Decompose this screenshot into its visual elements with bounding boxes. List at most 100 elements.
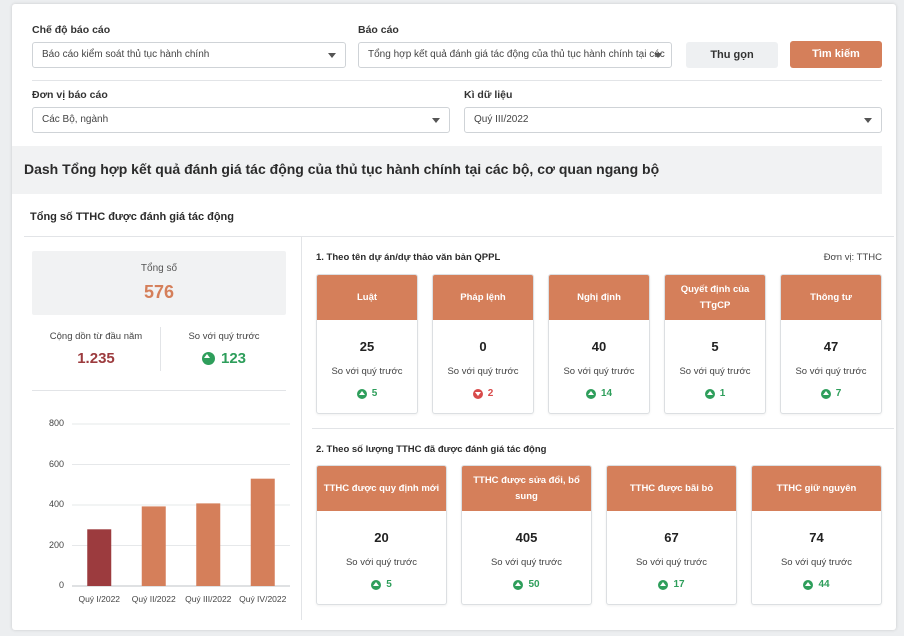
stat-card: Quyết định của TTgCP 5 So với quý trước 1 xyxy=(664,274,766,414)
stat-card-compare-label: So với quý trước xyxy=(490,557,563,568)
compare-label: So với quý trước xyxy=(188,331,260,342)
stat-card: TTHC được bãi bỏ 67 So với quý trước 17 xyxy=(606,465,737,605)
stat-card-delta-value: 1 xyxy=(719,388,726,399)
period-label: Kì dữ liệu xyxy=(464,89,513,101)
stat-card-delta: 17 xyxy=(607,579,736,590)
stat-card-delta: 50 xyxy=(462,579,591,590)
stat-card-delta-value: 44 xyxy=(818,579,830,590)
dashboard-title: Dash Tổng hợp kết quả đánh giá tác động … xyxy=(24,161,660,177)
stat-card-delta-value: 17 xyxy=(673,579,685,590)
stat-card-delta: 7 xyxy=(781,388,881,399)
stat-card-value: 5 xyxy=(711,339,719,354)
report-mode-value: Báo cáo kiểm soát thủ tục hành chính xyxy=(42,49,210,60)
section-title: Tổng số TTHC được đánh giá tác động xyxy=(30,211,234,223)
arrow-up-icon xyxy=(356,388,367,399)
divider xyxy=(32,80,882,81)
stat-card: TTHC được sửa đổi, bổ sung 405 So với quý … xyxy=(461,465,592,605)
stat-card-delta: 14 xyxy=(549,388,649,399)
report-label: Báo cáo xyxy=(358,24,399,36)
group1-title: 1. Theo tên dự án/dự thảo văn bản QPPL xyxy=(316,252,501,263)
chart-x-tick-label: Quý II/2022 xyxy=(131,594,176,604)
stat-card-compare-label: So với quý trước xyxy=(331,366,403,377)
stat-card-title: TTHC được quy định mới xyxy=(317,466,446,511)
report-value: Tổng hợp kết quả đánh giá tác động của t… xyxy=(368,49,665,60)
stat-card-delta: 44 xyxy=(752,579,881,590)
stat-card: Thông tư 47 So với quý trước 7 xyxy=(780,274,882,414)
stat-card-value: 405 xyxy=(515,530,538,545)
stat-card-compare-label: So với quý trước xyxy=(447,366,519,377)
quarterly-bar-chart xyxy=(72,423,290,587)
stat-card-title: TTHC được sửa đổi, bổ sung xyxy=(462,466,591,511)
unit-value: Các Bộ, ngành xyxy=(42,114,109,125)
stat-card-delta: 1 xyxy=(665,388,765,399)
stat-card-value: 0 xyxy=(479,339,487,354)
cumulative-label: Cộng dồn từ đầu năm xyxy=(49,331,143,342)
chart-y-tick-label: 800 xyxy=(48,418,64,428)
stat-card-title: Luật xyxy=(317,275,417,320)
unit-note: Đơn vị: TTHC xyxy=(823,252,882,263)
chevron-down-icon xyxy=(432,118,440,123)
stat-card-compare-label: So với quý trước xyxy=(563,366,635,377)
stat-card-compare-label: So với quý trước xyxy=(345,557,418,568)
stat-card-delta-value: 2 xyxy=(487,388,494,399)
total-label: Tổng số xyxy=(140,263,178,274)
chart-x-tick-label: Quý III/2022 xyxy=(185,594,232,604)
stat-card-delta: 5 xyxy=(317,388,417,399)
stat-card: Luật 25 So với quý trước 5 xyxy=(316,274,418,414)
stat-card-compare-label: So với quý trước xyxy=(679,366,751,377)
group-divider xyxy=(312,428,894,429)
stat-card-title: Nghị định xyxy=(549,275,649,320)
chart-y-tick-label: 0 xyxy=(58,580,64,590)
period-select[interactable]: Quý III/2022 xyxy=(464,107,882,133)
dashboard-banner: Dash Tổng hợp kết quả đánh giá tác động … xyxy=(12,146,882,194)
arrow-up-icon xyxy=(513,579,524,590)
stat-card-value: 40 xyxy=(591,339,607,354)
stat-card-title: TTHC giữ nguyên xyxy=(752,466,881,511)
stat-card: Nghị định 40 So với quý trước 14 xyxy=(548,274,650,414)
stat-card-delta: 5 xyxy=(317,579,446,590)
chart-x-tick-label: Quý IV/2022 xyxy=(239,594,287,604)
stat-card: TTHC được quy định mới 20 So với quý trước… xyxy=(316,465,447,605)
cumulative-value: 1.235 xyxy=(77,350,115,367)
stat-card-delta-value: 5 xyxy=(371,388,378,399)
chart-divider xyxy=(32,390,286,391)
stat-card: TTHC giữ nguyên 74 So với quý trước 44 xyxy=(751,465,882,605)
chevron-down-icon xyxy=(654,53,662,58)
stat-card-delta-value: 7 xyxy=(835,388,842,399)
arrow-up-icon xyxy=(201,352,215,365)
arrow-up-icon xyxy=(704,388,715,399)
chart-y-tick-label: 200 xyxy=(48,539,64,550)
chart-y-tick-label: 400 xyxy=(48,499,64,509)
stat-card-delta-value: 14 xyxy=(600,388,613,399)
arrow-up-icon xyxy=(658,579,669,590)
search-button[interactable]: Tìm kiếm xyxy=(790,41,882,68)
stat-card-value: 25 xyxy=(359,339,375,354)
stat-card-title: Quyết định của TTgCP xyxy=(665,275,765,320)
arrow-up-icon xyxy=(803,579,814,590)
chart-bar xyxy=(141,506,166,586)
chart-bar xyxy=(196,503,221,586)
period-value: Quý III/2022 xyxy=(474,114,529,125)
unit-select[interactable]: Các Bộ, ngành xyxy=(32,107,450,133)
arrow-up-icon xyxy=(585,388,596,399)
stat-card-title: TTHC được bãi bỏ xyxy=(607,466,736,511)
total-value: 576 xyxy=(143,282,175,302)
group2-title: 2. Theo số lượng TTHC đã được đánh giá t… xyxy=(316,444,547,455)
column-divider xyxy=(301,236,302,620)
report-mode-select[interactable]: Báo cáo kiểm soát thủ tục hành chính xyxy=(32,42,346,68)
stat-card-value: 47 xyxy=(823,339,839,354)
stat-card-value: 74 xyxy=(809,530,824,545)
total-box: Tổng số 576 xyxy=(32,251,286,315)
stat-card-delta-value: 5 xyxy=(386,579,392,590)
arrow-down-icon xyxy=(472,388,483,399)
compare-value-wrap: 123 xyxy=(160,350,288,367)
stat-card-title: Thông tư xyxy=(781,275,881,320)
stat-card-delta: 2 xyxy=(433,388,533,399)
chart-y-tick-label: 600 xyxy=(48,458,64,469)
stat-card-value: 20 xyxy=(374,530,389,545)
stat-card-title: Pháp lệnh xyxy=(433,275,533,320)
report-select[interactable]: Tổng hợp kết quả đánh giá tác động của t… xyxy=(358,42,672,68)
arrow-up-icon xyxy=(371,579,382,590)
collapse-button[interactable]: Thu gọn xyxy=(686,42,778,68)
chevron-down-icon xyxy=(328,53,336,58)
